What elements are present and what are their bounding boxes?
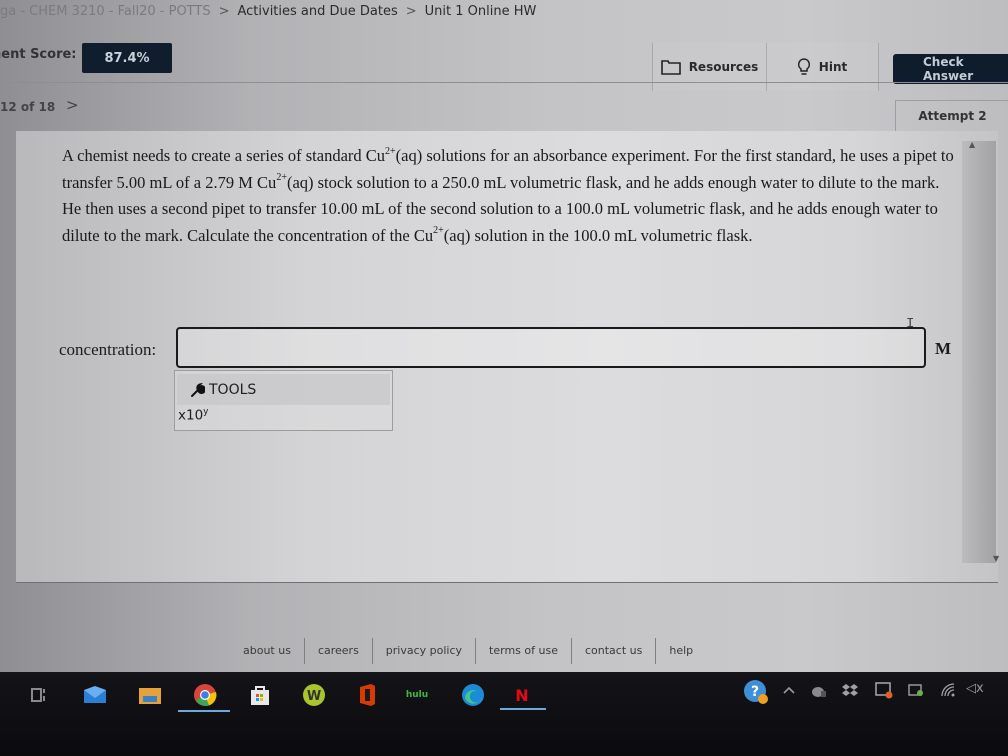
concentration-input[interactable] [176,327,926,368]
resources-button[interactable]: Resources [652,43,767,91]
footer-about-us[interactable]: about us [230,638,305,664]
question-text-part: A chemist needs to create a series of st… [62,146,386,165]
chrome-icon[interactable] [188,680,222,710]
w-app-icon[interactable]: W [297,680,331,710]
windows-taskbar: W hulu N ? ◁x [0,672,1008,756]
screen-capture-icon[interactable] [874,681,894,703]
header-divider [0,82,1008,83]
svg-text:?: ? [751,684,759,700]
onedrive-icon[interactable] [810,684,828,702]
lightbulb-icon [797,58,810,75]
breadcrumb-separator: > [405,3,417,19]
footer-careers[interactable]: careers [305,638,373,664]
svg-text:W: W [307,689,321,704]
question-text-part: (aq) solution in the 100.0 mL volumetric… [443,225,753,245]
text-cursor-icon: I [906,316,915,332]
ion-charge: 2+ [433,225,444,236]
task-view-icon[interactable] [22,680,56,710]
wifi-icon[interactable] [940,682,956,702]
help-tray-icon[interactable]: ? [742,678,770,710]
check-answer-button[interactable]: Check Answer [893,54,1008,84]
breadcrumb-current: Unit 1 Online HW [424,3,537,19]
ion-charge: 2+ [276,172,287,183]
footer-links: about us careers privacy policy terms of… [230,638,706,664]
hint-label: Hint [818,60,848,74]
tools-toggle[interactable]: TOOLS [177,374,390,405]
office-icon[interactable] [350,680,384,710]
battery-icon[interactable] [907,682,925,702]
resources-label: Resources [688,60,759,74]
question-counter: 12 of 18 [0,100,56,114]
breadcrumb-activities[interactable]: Activities and Due Dates [237,4,397,19]
footer-contact-us[interactable]: contact us [572,638,657,664]
edge-icon[interactable] [456,680,490,710]
next-question-icon[interactable]: > [66,96,79,114]
footer-terms-of-use[interactable]: terms of use [476,638,572,664]
footer-help[interactable]: help [656,638,706,664]
tools-label: TOOLS [209,381,257,398]
question-text: A chemist needs to create a series of st… [62,143,962,249]
concentration-label: concentration: [59,340,157,359]
scroll-up-icon[interactable]: ▲ [969,140,975,149]
file-explorer-icon[interactable] [133,680,167,710]
scientific-notation-button[interactable]: x10y [178,407,209,424]
scroll-down-icon[interactable]: ▼ [993,554,999,563]
unit-label: M [935,339,952,358]
hulu-icon[interactable]: hulu [400,680,434,710]
tools-popup: TOOLS x10y [174,370,393,431]
microsoft-store-icon[interactable] [243,680,277,710]
attempt-indicator: Attempt 2 [895,100,1008,131]
ion-charge: 2+ [385,145,396,157]
chrome-active-indicator [178,710,230,712]
netflix-icon[interactable]: N [505,680,539,710]
assignment-score-label: nent Score: [0,47,77,62]
folder-icon [660,60,681,75]
breadcrumb: ga - CHEM 3210 - Fall20 - POTTS > Activi… [0,0,1008,22]
assignment-score-badge: 87.4% [82,43,172,73]
footer-privacy-policy[interactable]: privacy policy [373,638,477,664]
breadcrumb-separator: > [218,3,230,19]
sci-notation-base: x10 [178,407,204,424]
sci-notation-exponent: y [203,407,209,417]
mail-icon[interactable] [78,680,112,710]
netflix-active-indicator [500,708,546,710]
panel-scrollbar[interactable] [962,141,996,563]
breadcrumb-course[interactable]: ga - CHEM 3210 - Fall20 - POTTS [0,4,211,19]
hint-button[interactable]: Hint [766,43,879,91]
show-hidden-icons-icon[interactable] [782,684,796,699]
wrench-icon [191,382,205,397]
dropbox-icon[interactable] [842,683,858,701]
volume-muted-icon[interactable]: ◁x [966,681,984,696]
